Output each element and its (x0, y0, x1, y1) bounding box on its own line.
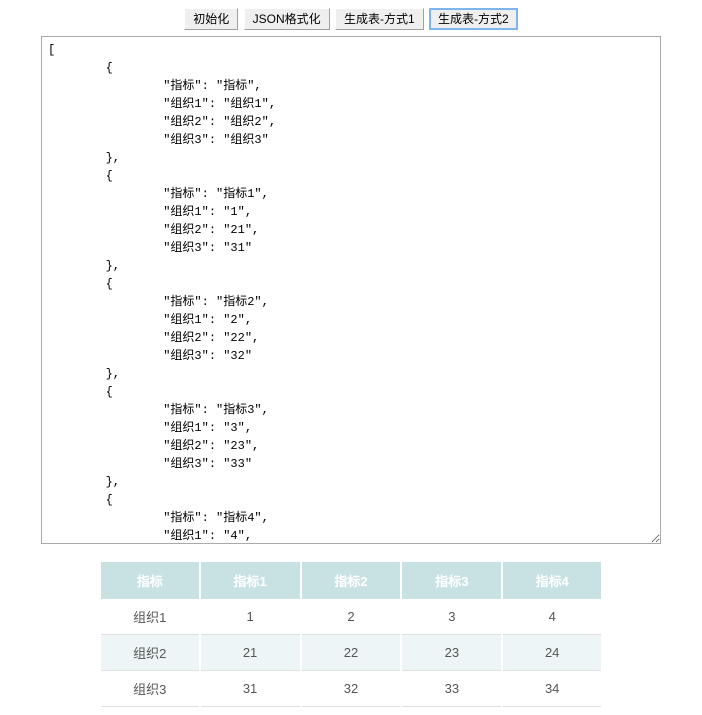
gen-table-1-button[interactable]: 生成表-方式1 (335, 8, 424, 30)
gen-table-2-button[interactable]: 生成表-方式2 (429, 8, 518, 30)
table-row: 组织1 1 2 3 4 (101, 599, 601, 635)
table-cell: 22 (301, 635, 402, 671)
toolbar: 初始化 JSON格式化 生成表-方式1 生成表-方式2 (20, 8, 682, 30)
table-row: 组织2 21 22 23 24 (101, 635, 601, 671)
table-cell: 4 (502, 599, 601, 635)
result-table: 指标 指标1 指标2 指标3 指标4 组织1 1 2 3 4 组织2 21 22… (101, 562, 601, 707)
table-cell: 1 (200, 599, 301, 635)
table-cell: 34 (502, 671, 601, 707)
table-cell: 23 (401, 635, 502, 671)
table-cell: 33 (401, 671, 502, 707)
table-cell: 组织2 (101, 635, 200, 671)
json-textarea[interactable] (41, 36, 661, 544)
table-cell: 24 (502, 635, 601, 671)
table-header-cell: 指标 (101, 562, 200, 599)
table-cell: 32 (301, 671, 402, 707)
table-header-row: 指标 指标1 指标2 指标3 指标4 (101, 562, 601, 599)
table-cell: 组织3 (101, 671, 200, 707)
table-header-cell: 指标3 (401, 562, 502, 599)
result-table-wrap: 指标 指标1 指标2 指标3 指标4 组织1 1 2 3 4 组织2 21 22… (101, 562, 601, 707)
json-format-button[interactable]: JSON格式化 (244, 8, 330, 30)
table-header-cell: 指标2 (301, 562, 402, 599)
table-header-cell: 指标4 (502, 562, 601, 599)
table-cell: 31 (200, 671, 301, 707)
init-button[interactable]: 初始化 (184, 8, 238, 30)
table-cell: 2 (301, 599, 402, 635)
table-cell: 组织1 (101, 599, 200, 635)
table-cell: 3 (401, 599, 502, 635)
table-header-cell: 指标1 (200, 562, 301, 599)
table-cell: 21 (200, 635, 301, 671)
table-row: 组织3 31 32 33 34 (101, 671, 601, 707)
